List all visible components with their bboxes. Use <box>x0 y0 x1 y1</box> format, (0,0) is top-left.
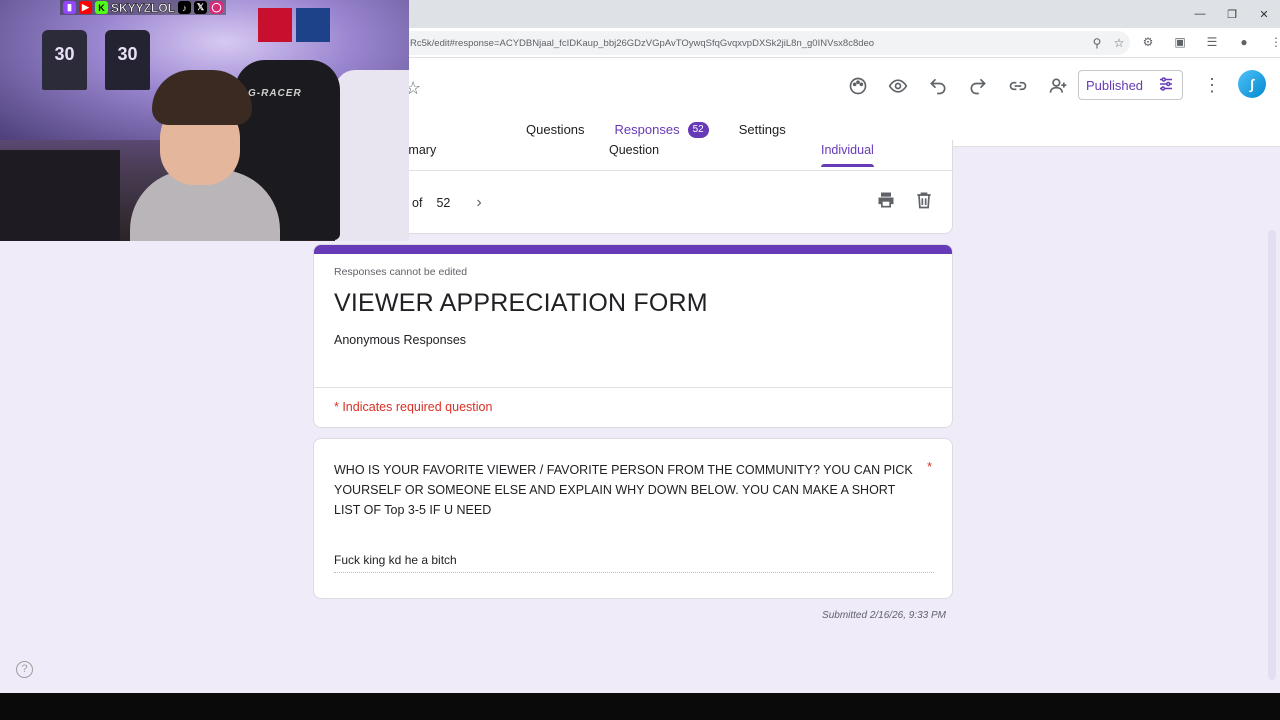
webcam-jersey-left: 30 <box>42 30 87 90</box>
chevron-right-icon[interactable]: › <box>476 194 481 212</box>
media-icon[interactable]: ☰ <box>1199 31 1225 53</box>
twitch-icon: ▮ <box>63 1 76 14</box>
kick-icon: K <box>95 1 108 14</box>
responses-locked-note: Responses cannot be edited <box>334 266 468 278</box>
required-marker: * <box>927 460 932 474</box>
responses-count-badge: 52 <box>687 122 709 138</box>
streamer-handle: SKYYZLOL <box>111 0 176 15</box>
form-title-card: Responses cannot be edited VIEWER APPREC… <box>313 244 953 428</box>
published-label: Published <box>1085 77 1144 93</box>
webcam-pennant-red <box>258 8 292 42</box>
question-text: WHO IS YOUR FAVORITE VIEWER / FAVORITE P… <box>334 463 913 517</box>
close-icon[interactable]: ✕ <box>1248 0 1280 28</box>
response-nav-card: mmary Question Individual of 52 › <box>313 140 954 234</box>
extensions-icon[interactable]: ⚙ <box>1135 31 1161 53</box>
youtube-icon: ▶ <box>79 1 92 14</box>
instagram-icon: ◯ <box>210 1 224 14</box>
more-options-icon[interactable]: ⋮ <box>1202 74 1222 96</box>
tune-icon <box>1157 75 1175 96</box>
browser-actions: ⚙ ▣ ☰ ● ⋮ <box>1135 31 1280 53</box>
taskbar <box>0 693 1280 720</box>
response-pager: of 52 › <box>412 194 482 212</box>
address-bar[interactable]: Rc5k/edit#response=ACYDBNjaal_fcIDKaup_b… <box>400 31 1130 55</box>
subtab-individual[interactable]: Individual <box>821 143 874 167</box>
link-icon[interactable] <box>998 72 1038 100</box>
published-button[interactable]: Published <box>1078 70 1183 100</box>
webcam-shelf <box>0 150 120 241</box>
tab-settings-label: Settings <box>738 122 786 137</box>
help-icon[interactable]: ? <box>16 661 33 678</box>
social-bar: ▮ ▶ K SKYYZLOL ♪ 𝕏 ◯ <box>60 0 227 15</box>
submitted-timestamp: Submitted 2/16/26, 9:33 PM <box>822 610 946 621</box>
form-toolbar <box>838 72 1078 100</box>
response-actions <box>876 190 934 215</box>
jersey-number-right: 30 <box>117 44 138 64</box>
x-icon: 𝕏 <box>194 1 208 14</box>
add-collaborator-icon[interactable] <box>1038 72 1078 100</box>
required-question-note: * Indicates required question <box>334 400 493 414</box>
profile-icon[interactable]: ● <box>1231 31 1257 53</box>
minimize-icon[interactable]: — <box>1184 0 1216 28</box>
scrollbar[interactable] <box>1268 230 1276 680</box>
question-card: WHO IS YOUR FAVORITE VIEWER / FAVORITE P… <box>313 438 953 599</box>
delete-trash-icon[interactable] <box>914 190 934 215</box>
undo-icon[interactable] <box>918 72 958 100</box>
form-title: VIEWER APPRECIATION FORM <box>334 289 708 317</box>
tab-questions-label: Questions <box>526 122 585 137</box>
streamer-hair <box>152 70 252 125</box>
redo-icon[interactable] <box>958 72 998 100</box>
answer-text: Fuck king kd he a bitch <box>334 553 934 573</box>
pager-of: of <box>412 196 423 210</box>
webcam-streamer <box>130 70 280 241</box>
subtab-question[interactable]: Question <box>609 143 659 157</box>
form-description: Anonymous Responses <box>334 333 467 347</box>
zoom-icon[interactable]: ⚲ <box>1086 32 1108 54</box>
window-controls: — ❐ ✕ <box>1184 0 1280 28</box>
cast-icon[interactable]: ▣ <box>1167 31 1193 53</box>
bookmark-star-icon[interactable]: ☆ <box>1108 32 1130 54</box>
tab-responses-label: Responses <box>614 122 680 137</box>
pager-total: 52 <box>436 196 451 210</box>
preview-eye-icon[interactable] <box>878 72 918 100</box>
tiktok-icon: ♪ <box>178 1 192 14</box>
palette-icon[interactable] <box>838 72 878 100</box>
webcam-overlay: 30 30 G-RACER ▮ ▶ K SKYYZLOL ♪ 𝕏 ◯ <box>0 0 409 241</box>
divider <box>314 387 952 388</box>
webcam-pennant-blue <box>296 8 330 42</box>
print-icon[interactable] <box>876 190 896 215</box>
browser-menu-icon[interactable]: ⋮ <box>1263 31 1280 53</box>
url-text[interactable]: Rc5k/edit#response=ACYDBNjaal_fcIDKaup_b… <box>410 38 1086 49</box>
jersey-number-left: 30 <box>54 44 75 64</box>
webcam-pillow <box>335 70 409 241</box>
title-accent-bar <box>314 245 952 254</box>
response-subtabs: mmary Question Individual <box>314 140 954 171</box>
restore-icon[interactable]: ❐ <box>1216 0 1248 28</box>
avatar[interactable]: ∫ <box>1238 70 1266 98</box>
